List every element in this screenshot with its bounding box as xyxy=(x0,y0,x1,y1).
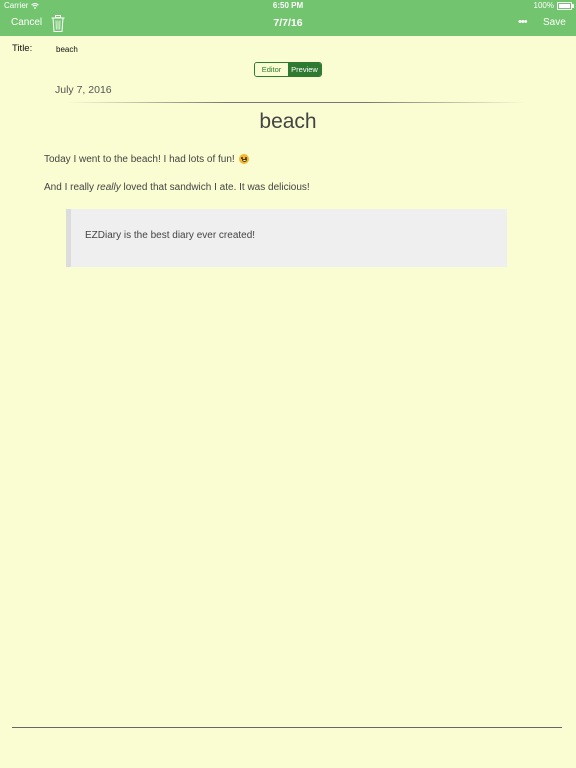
more-options-button[interactable]: ••• xyxy=(518,16,528,28)
paragraph-2-emphasis: really xyxy=(96,182,121,193)
battery-percent: 100% xyxy=(533,1,554,10)
tab-preview[interactable]: Preview xyxy=(288,63,321,76)
blockquote-text: EZDiary is the best diary ever created! xyxy=(85,230,256,241)
paragraph-2-text-start: And I really xyxy=(44,182,97,193)
title-input[interactable] xyxy=(56,42,556,56)
battery-icon xyxy=(557,1,574,10)
navigation-bar: Cancel 7/7/16 ••• Save xyxy=(0,12,576,36)
blockquote: EZDiary is the best diary ever created! xyxy=(66,209,507,267)
date-divider xyxy=(66,102,526,103)
paragraph-1-text: Today I went to the beach! I had lots of… xyxy=(44,154,235,165)
entry-heading: beach xyxy=(259,110,317,133)
nav-title: 7/7/16 xyxy=(273,17,303,29)
entry-paragraph-2: And I really really loved that sandwich … xyxy=(44,182,310,193)
entry-date: July 7, 2016 xyxy=(55,84,112,96)
bottom-divider xyxy=(12,727,562,728)
smiley-emoji-icon xyxy=(239,154,250,164)
tab-editor[interactable]: Editor xyxy=(255,63,288,76)
save-button[interactable]: Save xyxy=(543,17,566,28)
status-bar: Carrier 6:50 PM 100% xyxy=(0,0,576,12)
trash-icon[interactable] xyxy=(51,15,65,32)
entry-paragraph-1: Today I went to the beach! I had lots of… xyxy=(44,154,250,165)
status-right: 100% xyxy=(533,1,574,10)
status-time: 6:50 PM xyxy=(272,1,304,10)
cancel-button[interactable]: Cancel xyxy=(11,17,42,28)
title-label: Title: xyxy=(12,43,33,54)
paragraph-2-text-end: loved that sandwich I ate. It was delici… xyxy=(120,182,310,193)
mode-toggle: Editor Preview xyxy=(254,62,322,77)
